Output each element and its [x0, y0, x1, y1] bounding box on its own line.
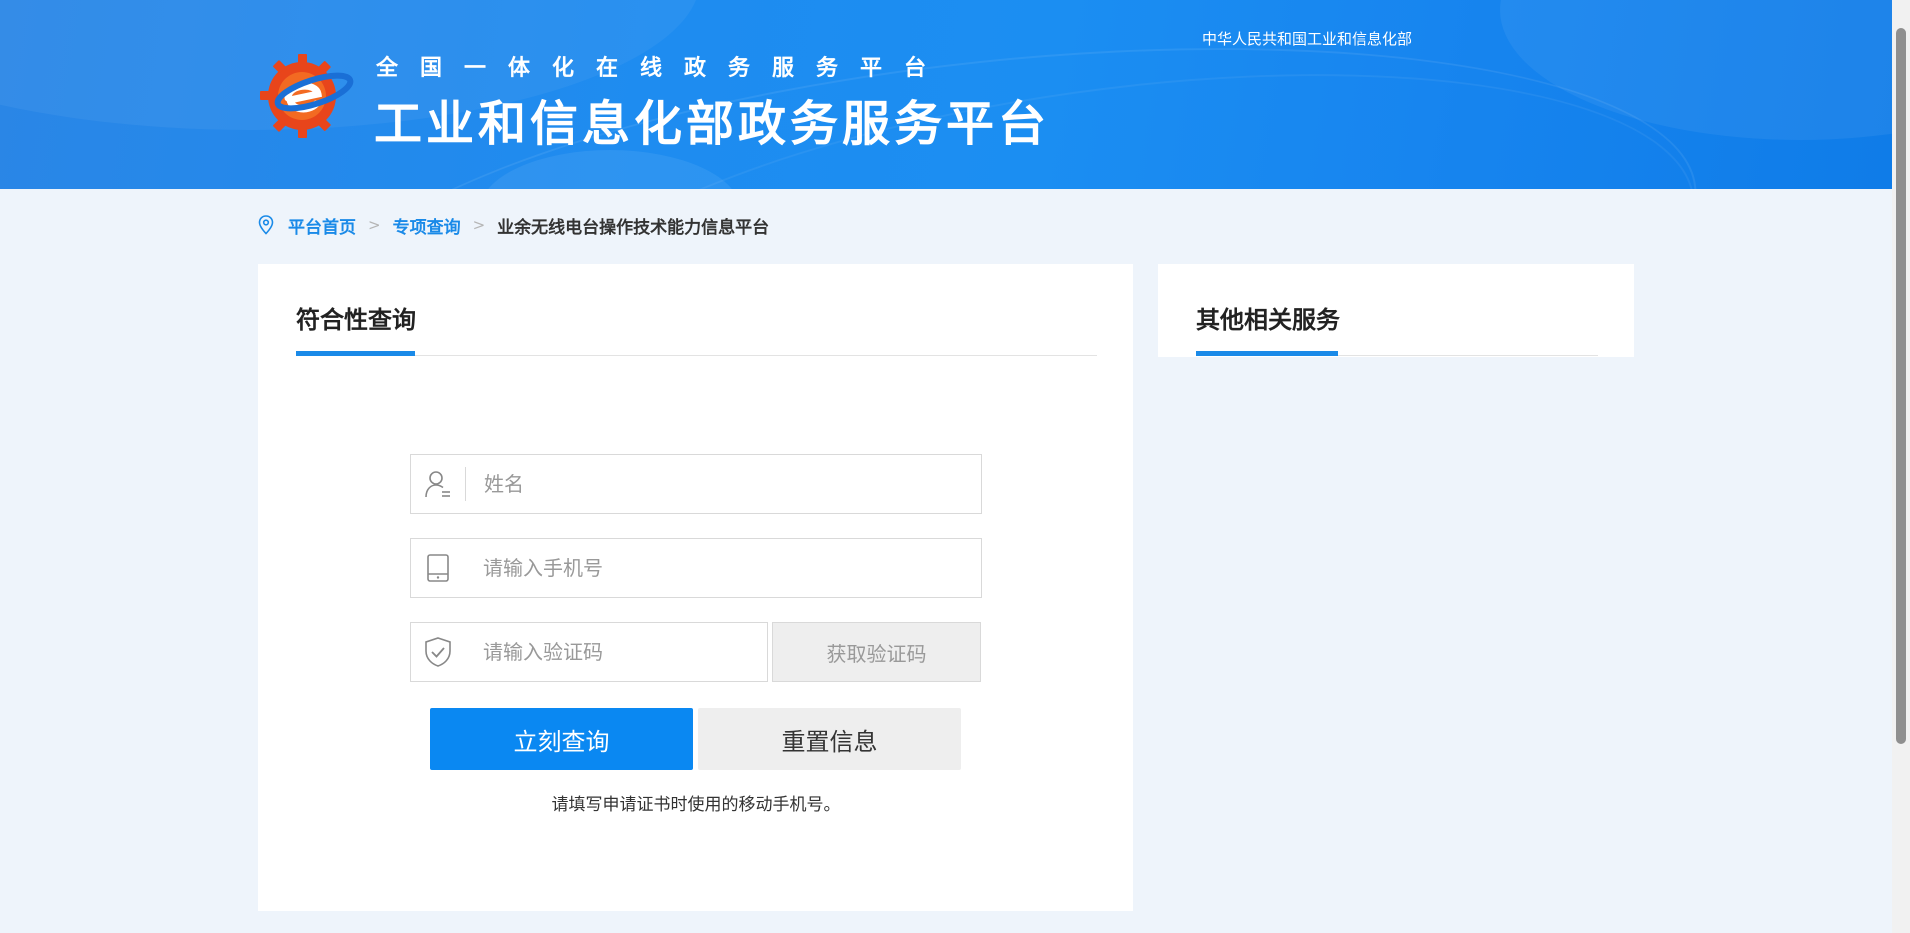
panel-title-underline — [1196, 351, 1338, 356]
phone-input[interactable] — [465, 539, 981, 597]
breadcrumb-separator: > — [368, 216, 381, 234]
user-icon — [411, 455, 465, 513]
breadcrumb-current: 业余无线电台操作技术能力信息平台 — [497, 217, 770, 238]
gear-e-logo-icon[interactable] — [258, 50, 354, 140]
code-field[interactable] — [410, 622, 768, 682]
breadcrumb-separator: > — [472, 216, 486, 234]
scrollbar-thumb[interactable] — [1896, 28, 1906, 744]
header-title: 工业和信息化部政务服务平台 — [374, 96, 1051, 152]
phone-hint-text: 请填写申请证书时使用的移动手机号。 — [551, 795, 841, 815]
breadcrumb-home[interactable]: 平台首页 — [288, 213, 356, 238]
name-input[interactable] — [466, 455, 981, 513]
breadcrumb: 平台首页 > 专项查询 > 业余无线电台操作技术能力信息平台 — [258, 212, 769, 238]
code-input[interactable] — [465, 623, 767, 681]
panel-header: 符合性查询 — [296, 264, 1097, 356]
location-pin-icon — [258, 215, 274, 235]
reset-button[interactable]: 重置信息 — [698, 708, 961, 770]
tablet-phone-icon — [411, 539, 465, 597]
query-button[interactable]: 立刻查询 — [430, 708, 693, 770]
scrollbar-track[interactable] — [1892, 0, 1910, 933]
panel-title: 其他相关服务 — [1196, 306, 1340, 334]
site-header: 全国一体化在线政务服务平台 工业和信息化部政务服务平台 中华人民共和国工业和信息… — [0, 0, 1892, 189]
related-services-panel: 其他相关服务 — [1158, 264, 1634, 357]
breadcrumb-special-query[interactable]: 专项查询 — [393, 213, 461, 238]
phone-field[interactable] — [410, 538, 982, 598]
panel-title: 符合性查询 — [296, 306, 416, 334]
header-subtitle: 全国一体化在线政务服务平台 — [376, 56, 949, 81]
name-field[interactable] — [410, 454, 982, 514]
shield-check-icon — [411, 623, 465, 681]
ministry-link[interactable]: 中华人民共和国工业和信息化部 — [1202, 28, 1412, 49]
panel-header: 其他相关服务 — [1196, 264, 1598, 356]
get-code-button[interactable]: 获取验证码 — [772, 622, 981, 682]
panel-title-underline — [296, 351, 415, 356]
